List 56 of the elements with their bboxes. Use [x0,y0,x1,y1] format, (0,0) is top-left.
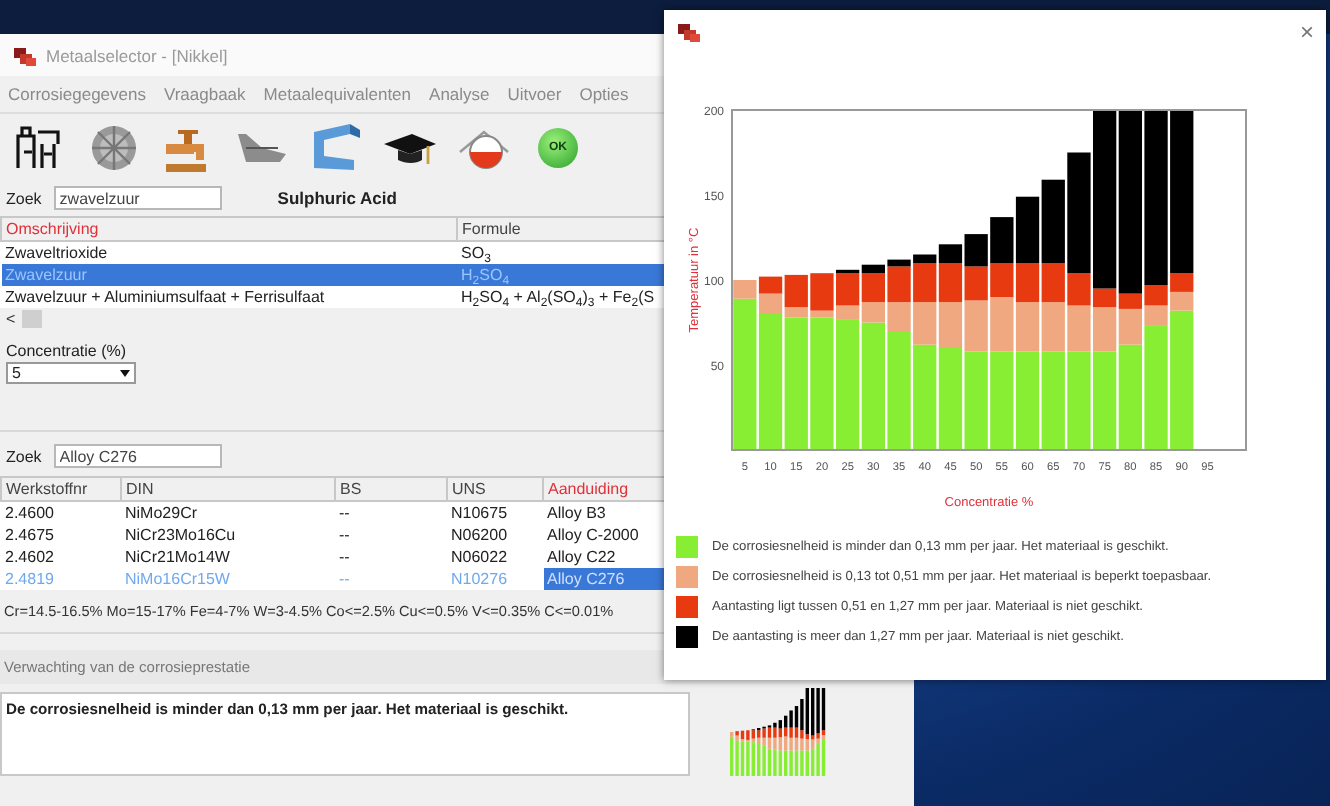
table-cell: NiCr23Mo16Cu [121,524,335,546]
table-cell: N10675 [447,501,543,524]
column-header[interactable]: DIN [121,477,335,501]
chart-thumbnail [726,684,830,776]
table-cell: 2.4602 [1,546,121,568]
search-field[interactable]: Alloy C276 [53,444,222,468]
app-icon [12,43,38,67]
medium-name: Sulphuric Acid [277,188,397,208]
column-header[interactable]: Omschrijving [1,217,457,241]
caret-icon [116,364,134,382]
table-cell: SO$_{3}$ [457,241,667,264]
table-cell: NiCr21Mo14W [121,546,335,568]
app-icon [676,20,702,44]
table-cell: Alloy B3 [543,501,667,524]
window-title: Metaalselector - [Nikkel] [46,45,228,65]
table-cell: NiMo16Cr15W [121,568,335,590]
wheel-icon [86,120,142,176]
column-header[interactable]: Formule [457,217,667,241]
table-row[interactable]: 2.4675 NiCr23Mo16Cu -- N06200 Alloy C-2000 [1,524,667,546]
table-cell: N06022 [447,546,543,568]
table-cell: 2.4600 [1,501,121,524]
table-cell: N10276 [447,568,543,590]
table-cell: N06200 [447,524,543,546]
concentration-dropdown[interactable]: 5 [6,362,136,384]
search-label: Zoek [6,189,42,207]
table-cell: 2.4819 [1,568,121,590]
column-header[interactable]: UNS [447,477,543,501]
table-cell: -- [335,501,447,524]
scroll-left-button[interactable]: < [6,310,16,328]
search-label: Zoek [6,447,42,465]
table-cell: -- [335,568,447,590]
table-cell: Zwavelzuur [1,264,457,286]
table-cell: 2.4675 [1,524,121,546]
jet-icon [238,134,286,162]
search-field[interactable]: zwavelzuur [53,186,222,210]
scrollbar-thumb[interactable] [21,310,42,328]
table-cell: H$_{2}$SO$_{4}$ + Al$_{2}$(SO$_{4}$)$_{3}$ + Fe$_{2}$(S [457,286,667,308]
table-cell: NiMo29Cr [121,501,335,524]
table-row[interactable]: 2.4602 NiCr21Mo14W -- N06022 Alloy C22 [1,546,667,568]
table-cell: Alloy C22 [543,546,667,568]
table-cell: Zwaveltrioxide [1,241,457,264]
table-cell: Alloy C-2000 [543,524,667,546]
field-label: Concentratie (%) [6,341,127,359]
close-button[interactable]: × [1299,20,1314,44]
table-cell: -- [335,524,447,546]
table-row[interactable]: Zwavelzuur + Aluminiumsulfaat + Ferrisulfaat H$_{2}$SO$_{4}$ + Al$_{2}$(SO$_{4}$)$_{3}$ + Fe$_{2}$(S [1,286,667,308]
table-cell: -- [335,546,447,568]
column-header[interactable]: Werkstoffnr [1,477,121,501]
table-row[interactable]: 2.4600 NiMo29Cr -- N10675 Alloy B3 [1,501,667,524]
beam-icon [308,120,364,176]
column-header[interactable]: Aanduiding [543,477,667,501]
table-cell: Zwavelzuur + Aluminiumsulfaat + Ferrisulfaat [1,286,457,308]
table-cell: Alloy C276 [543,568,667,590]
table-row[interactable]: Zwaveltrioxide SO$_{3}$ [1,241,667,264]
table-cell: H$_{2}$SO$_{4}$ [457,264,667,286]
column-header[interactable]: BS [335,477,447,501]
